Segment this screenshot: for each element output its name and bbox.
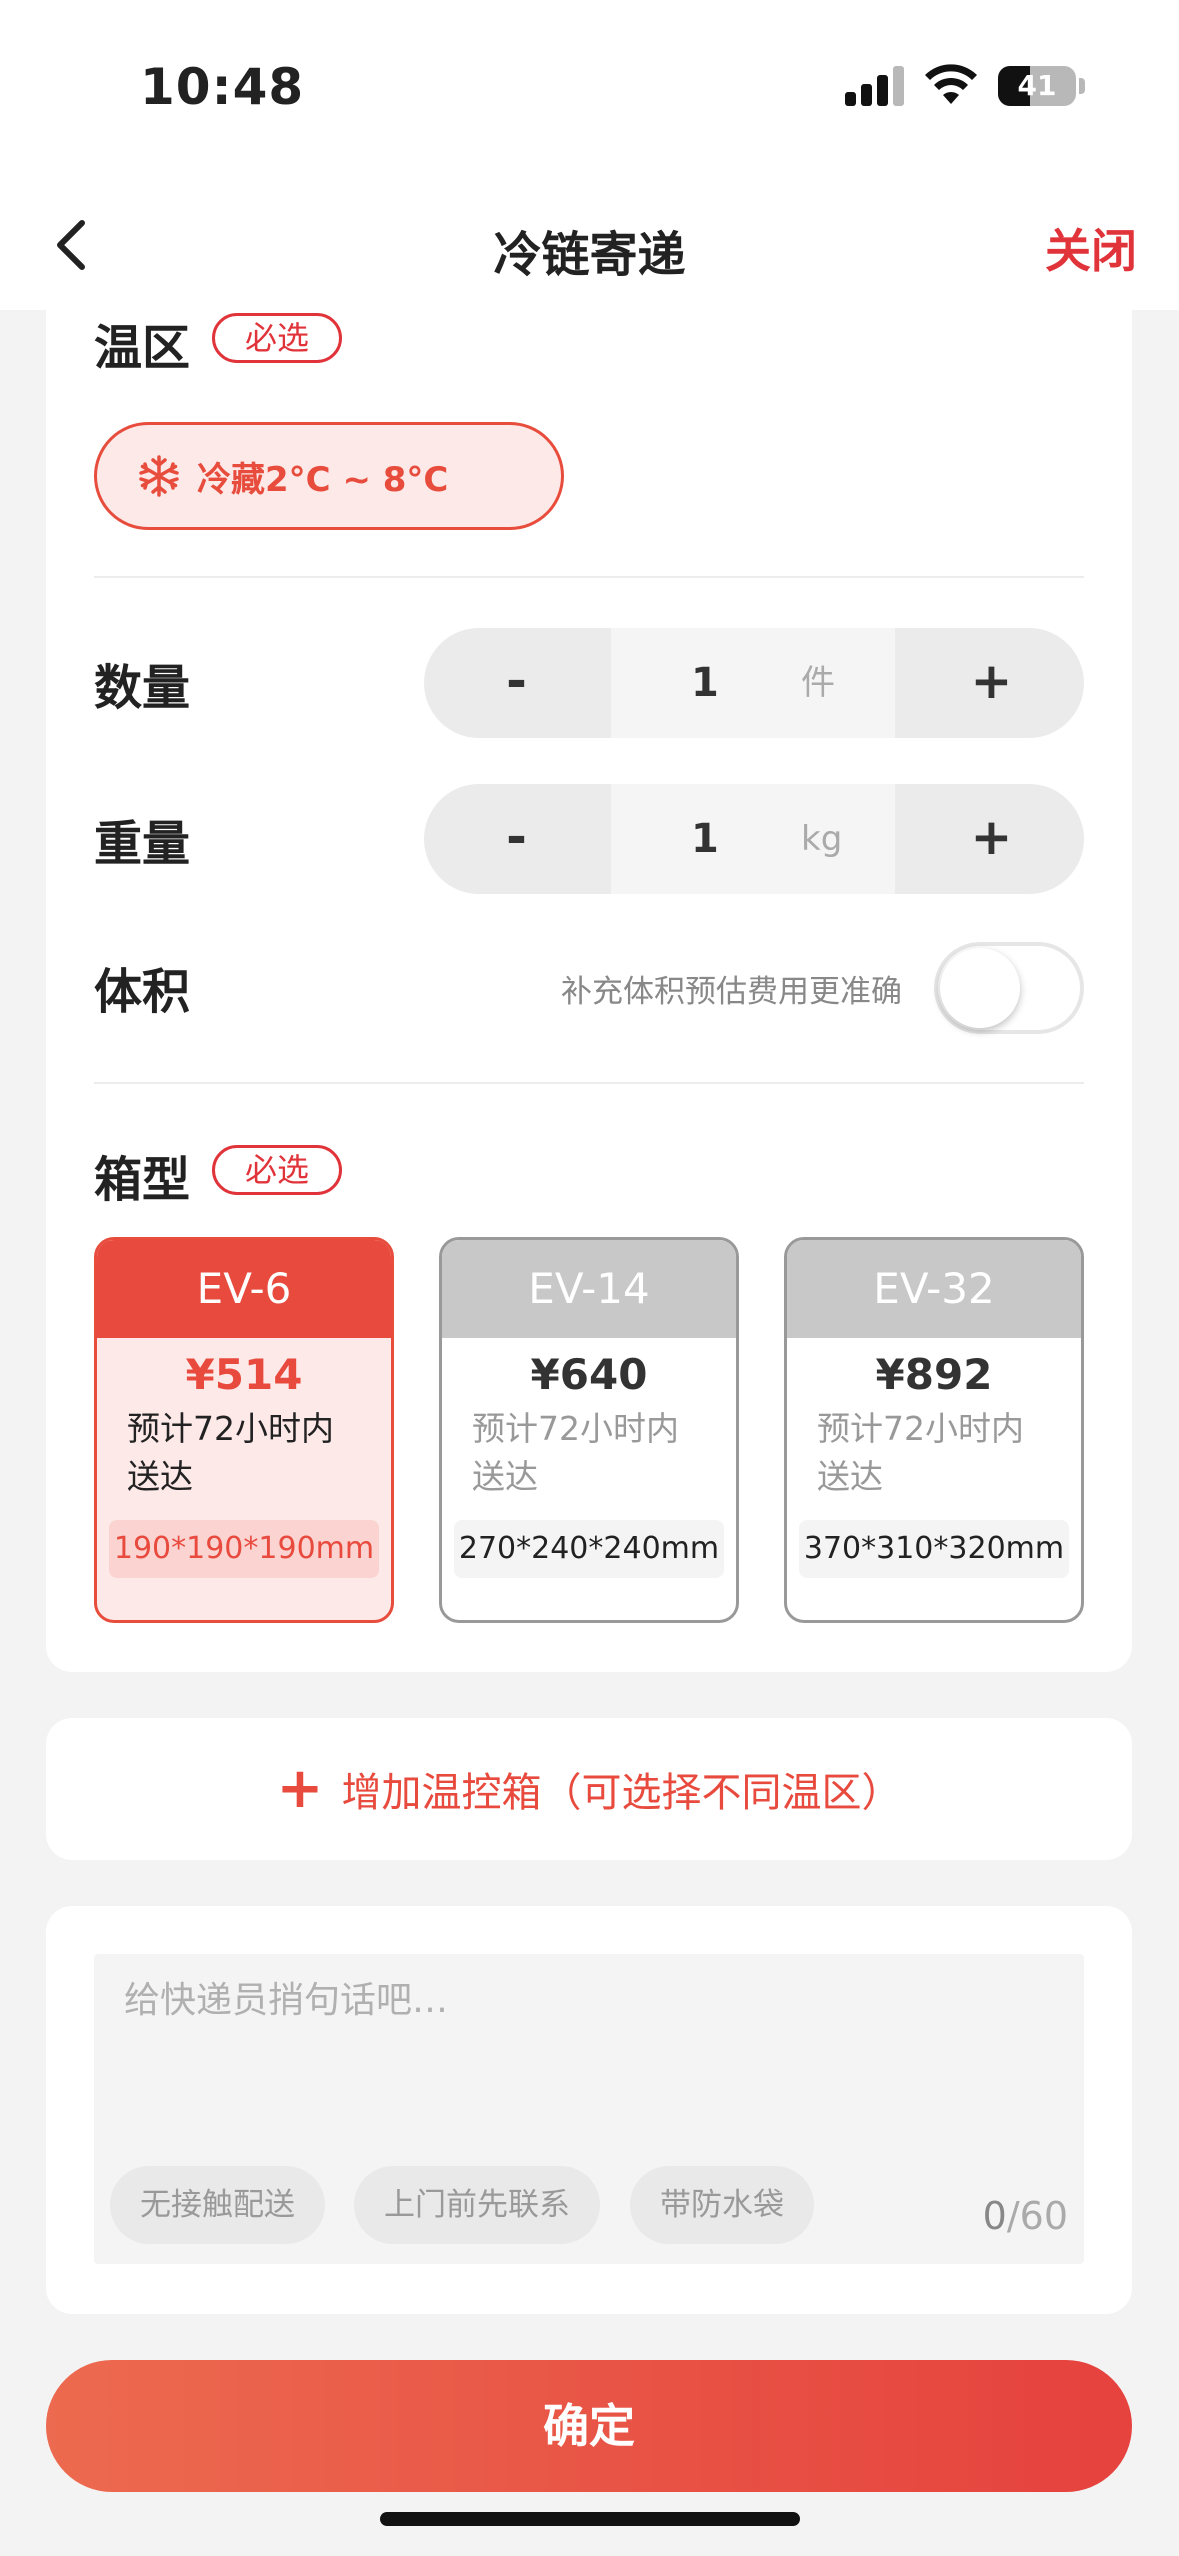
volume-toggle[interactable] bbox=[934, 942, 1084, 1034]
quantity-value: 1 bbox=[691, 660, 719, 706]
box-size: 190*190*190mm bbox=[109, 1520, 379, 1578]
box-name: EV-32 bbox=[787, 1240, 1081, 1338]
temp-zone-label: 温区 bbox=[94, 320, 191, 376]
note-tag-contact-first[interactable]: 上门前先联系 bbox=[354, 2166, 600, 2244]
status-time: 10:48 bbox=[140, 58, 305, 116]
box-price: ¥640 bbox=[530, 1350, 648, 1399]
signal-icon bbox=[845, 64, 907, 106]
divider bbox=[94, 576, 1084, 578]
status-bar: 10:48 41 bbox=[0, 0, 1179, 175]
quantity-value-field[interactable]: 1 件 bbox=[611, 628, 895, 738]
required-badge: 必选 bbox=[212, 1145, 343, 1195]
char-counter: 0/60 bbox=[983, 2194, 1068, 2238]
weight-unit: kg bbox=[801, 819, 843, 859]
box-size: 270*240*240mm bbox=[454, 1520, 724, 1578]
close-button[interactable]: 关闭 bbox=[1045, 215, 1137, 281]
weight-value: 1 bbox=[691, 816, 719, 862]
toggle-knob bbox=[940, 948, 1020, 1028]
quantity-decrease-button[interactable]: - bbox=[424, 628, 609, 738]
box-delivery-desc: 预计72小时内送达 bbox=[127, 1409, 334, 1496]
required-badge: 必选 bbox=[212, 313, 343, 363]
battery-icon: 41 bbox=[998, 66, 1076, 106]
plus-icon: + bbox=[276, 1756, 324, 1821]
box-delivery-desc: 预计72小时内送达 bbox=[817, 1409, 1024, 1496]
divider bbox=[94, 1082, 1084, 1084]
battery-level: 41 bbox=[1017, 69, 1057, 102]
home-indicator bbox=[380, 2512, 800, 2526]
box-price: ¥892 bbox=[875, 1350, 993, 1399]
add-temp-box-label: 增加温控箱（可选择不同温区） bbox=[341, 1770, 902, 1816]
weight-stepper: - 1 kg + bbox=[424, 784, 1084, 894]
box-delivery-desc: 预计72小时内送达 bbox=[472, 1409, 679, 1496]
wifi-icon bbox=[925, 64, 977, 104]
note-tag-contactless[interactable]: 无接触配送 bbox=[110, 2166, 325, 2244]
box-name: EV-14 bbox=[442, 1240, 736, 1338]
char-count: 0 bbox=[982, 2194, 1007, 2238]
quantity-stepper: - 1 件 + bbox=[424, 628, 1084, 738]
volume-label: 体积 bbox=[94, 964, 191, 1020]
quantity-increase-button[interactable]: + bbox=[899, 628, 1084, 738]
temp-zone-option[interactable]: 冷藏2°C ~ 8°C bbox=[94, 422, 564, 530]
box-name: EV-6 bbox=[97, 1240, 391, 1338]
note-tag-waterproof-bag[interactable]: 带防水袋 bbox=[630, 2166, 814, 2244]
courier-note-area: 无接触配送 上门前先联系 带防水袋 0/60 bbox=[94, 1954, 1084, 2264]
char-max: /60 bbox=[1006, 2194, 1068, 2238]
shipment-options-card: 温区 必选 冷藏2°C ~ 8°C 数量 - 1 件 + 重量 - 1 kg +… bbox=[46, 300, 1132, 1672]
box-type-label: 箱型 bbox=[94, 1152, 191, 1208]
box-size: 370*310*320mm bbox=[799, 1520, 1069, 1578]
temp-zone-option-label: 冷藏2°C ~ 8°C bbox=[197, 459, 449, 500]
quantity-unit: 件 bbox=[801, 663, 835, 703]
box-option-ev-14[interactable]: EV-14 ¥640 预计72小时内送达 270*240*240mm bbox=[439, 1237, 739, 1623]
courier-note-input[interactable] bbox=[124, 1980, 1044, 2021]
page-title: 冷链寄递 bbox=[493, 227, 686, 283]
quantity-label: 数量 bbox=[94, 660, 191, 716]
box-option-ev-6[interactable]: EV-6 ¥514 预计72小时内送达 190*190*190mm bbox=[94, 1237, 394, 1623]
weight-decrease-button[interactable]: - bbox=[424, 784, 609, 894]
battery-tip bbox=[1079, 78, 1085, 94]
nav-bar: 冷链寄递 关闭 bbox=[0, 175, 1179, 310]
weight-value-field[interactable]: 1 kg bbox=[611, 784, 895, 894]
courier-note-card: 无接触配送 上门前先联系 带防水袋 0/60 bbox=[46, 1906, 1132, 2314]
box-price: ¥514 bbox=[185, 1350, 303, 1399]
confirm-button[interactable]: 确定 bbox=[46, 2360, 1132, 2492]
volume-hint: 补充体积预估费用更准确 bbox=[561, 974, 902, 1010]
box-option-ev-32[interactable]: EV-32 ¥892 预计72小时内送达 370*310*320mm bbox=[784, 1237, 1084, 1623]
weight-label: 重量 bbox=[94, 816, 191, 872]
snowflake-icon bbox=[139, 455, 179, 497]
add-temp-box-button[interactable]: + 增加温控箱（可选择不同温区） bbox=[46, 1718, 1132, 1860]
weight-increase-button[interactable]: + bbox=[899, 784, 1084, 894]
